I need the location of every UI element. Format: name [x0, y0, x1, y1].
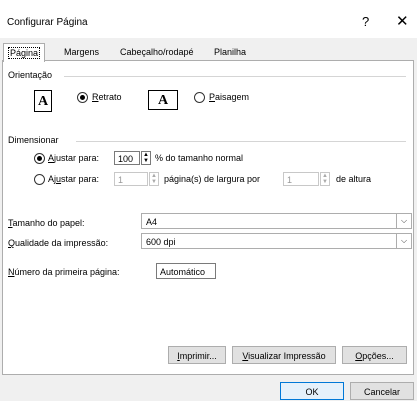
accel-letter: P [209, 92, 216, 102]
adjust-to-radio[interactable] [34, 153, 45, 164]
divider [64, 76, 406, 77]
paper-size-label: Tamanho do papel: [8, 218, 85, 228]
accel-letter: I [177, 351, 180, 361]
options-button[interactable]: Opções... [342, 346, 407, 364]
accel-letter: N [8, 267, 15, 277]
portrait-page-icon: A [34, 90, 52, 112]
adjust-to-label[interactable]: Ajustar para: [48, 153, 99, 163]
ok-button[interactable]: OK [280, 382, 344, 400]
fit-height-suffix: de altura [336, 174, 372, 184]
fit-width-suffix: página(s) de largura por [164, 174, 261, 184]
scaling-group-label: Dimensionar [8, 135, 59, 145]
portrait-label[interactable]: Retrato [92, 92, 122, 102]
accel-letter: T [8, 218, 13, 228]
print-quality-value: 600 dpi [146, 237, 176, 247]
fit-height-spinner[interactable]: ▲ ▼ [320, 172, 330, 186]
print-quality-label: Qualidade da impressão: [8, 238, 109, 248]
tab-cabecalho-rodape[interactable]: Cabeçalho/rodapé [116, 45, 198, 59]
paper-size-value: A4 [146, 217, 158, 227]
fit-width-spinner[interactable]: ▲ ▼ [149, 172, 159, 186]
tab-pagina[interactable]: Página [3, 43, 46, 62]
tab-margens[interactable]: Margens [60, 45, 103, 59]
fit-to-radio[interactable] [34, 174, 45, 185]
cancel-button[interactable]: Cancelar [350, 382, 414, 400]
print-quality-select[interactable]: 600 dpi ⌵ [141, 233, 412, 249]
landscape-radio[interactable] [194, 92, 205, 103]
accel-letter: V [242, 351, 249, 361]
adjust-to-percent-input[interactable]: 100 [114, 151, 140, 165]
fit-height-input[interactable]: 1 [283, 172, 319, 186]
help-icon[interactable]: ? [362, 14, 369, 29]
accel-letter: Q [8, 238, 16, 248]
landscape-page-icon: A [148, 90, 178, 110]
window-title: Configurar Página [7, 17, 88, 28]
orientation-group-label: Orientação [8, 70, 53, 80]
print-button[interactable]: Imprimir... [168, 346, 226, 364]
first-page-input[interactable]: Automático [156, 263, 216, 279]
chevron-down-icon[interactable]: ⌵ [396, 234, 411, 248]
paper-size-select[interactable]: A4 ⌵ [141, 213, 412, 229]
accel-letter: u [56, 174, 62, 184]
accel-letter: R [92, 92, 99, 102]
accel-letter: O [355, 351, 363, 361]
adjust-to-suffix: % do tamanho normal [155, 153, 244, 163]
divider [76, 141, 406, 142]
chevron-down-icon[interactable]: ⌵ [396, 214, 411, 228]
close-icon[interactable]: ✕ [396, 12, 409, 30]
first-page-label: Número da primeira página: [8, 267, 120, 277]
tab-label: Página [8, 47, 41, 59]
portrait-radio[interactable] [77, 92, 88, 103]
print-preview-button[interactable]: Visualizar Impressão [232, 346, 336, 364]
accel-letter: A [48, 153, 55, 163]
fit-to-label[interactable]: Ajustar para: [48, 174, 99, 184]
adjust-to-spinner[interactable]: ▲ ▼ [141, 151, 151, 165]
fit-width-input[interactable]: 1 [114, 172, 148, 186]
tab-planilha[interactable]: Planilha [210, 45, 250, 59]
landscape-label[interactable]: Paisagem [209, 92, 249, 102]
